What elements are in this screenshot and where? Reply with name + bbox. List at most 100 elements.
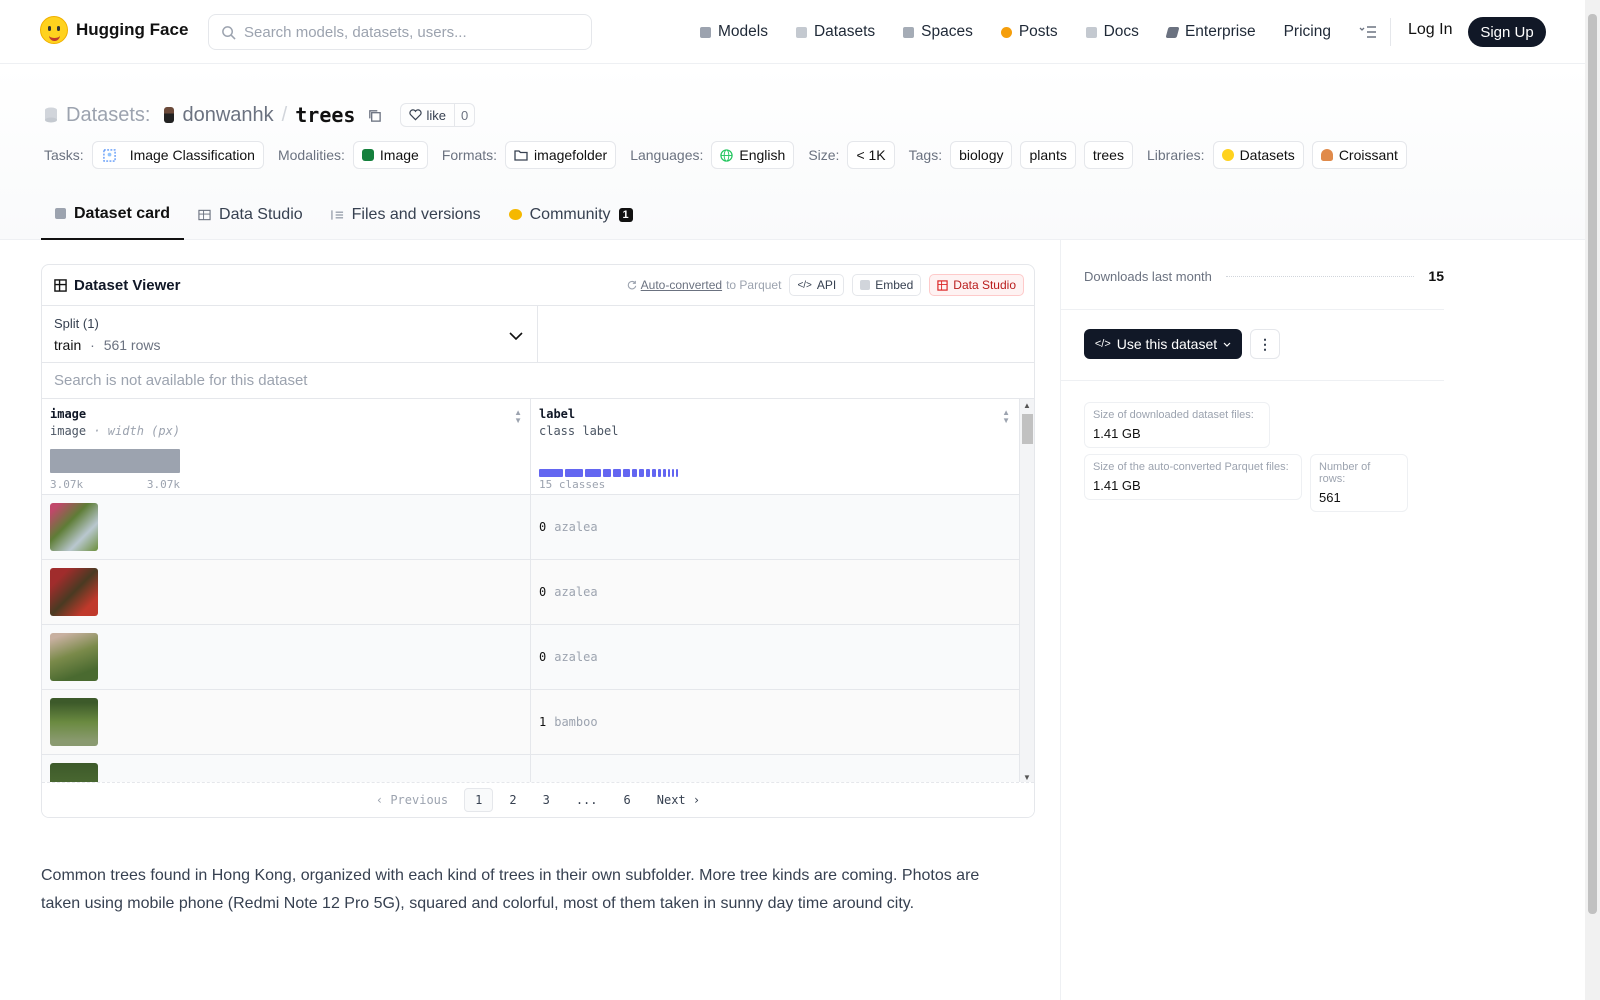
cube-icon bbox=[55, 208, 66, 219]
downloads-count: 15 bbox=[1428, 268, 1444, 284]
nav-pricing[interactable]: Pricing bbox=[1284, 23, 1331, 41]
table-row[interactable]: 0 azalea bbox=[42, 560, 1034, 625]
owner-link[interactable]: donwanhk bbox=[182, 104, 273, 127]
tag-image-classification[interactable]: Image Classification bbox=[91, 141, 264, 169]
code-icon: </> bbox=[797, 279, 812, 291]
tag-size[interactable]: < 1K bbox=[847, 141, 895, 169]
image-thumbnail[interactable] bbox=[50, 633, 98, 681]
previous-page-button[interactable]: ‹ Previous bbox=[366, 789, 458, 811]
folder-icon bbox=[514, 150, 528, 161]
api-button[interactable]: </> API bbox=[789, 274, 845, 296]
tag-imagefolder[interactable]: imagefolder bbox=[505, 141, 617, 169]
dataset-name[interactable]: trees bbox=[295, 103, 355, 127]
page-2-button[interactable]: 2 bbox=[499, 789, 526, 811]
auto-converted-note[interactable]: Auto-converted to Parquet bbox=[627, 278, 781, 292]
dataset-tabs: Dataset card Data Studio Files and versi… bbox=[41, 189, 647, 240]
class-segment bbox=[603, 469, 611, 477]
embed-button[interactable]: Embed bbox=[852, 274, 922, 296]
tab-files-and-versions[interactable]: Files and versions bbox=[317, 189, 495, 240]
nav-more-menu[interactable] bbox=[1359, 26, 1377, 38]
tab-data-studio[interactable]: Data Studio bbox=[184, 189, 317, 240]
histogram-range: 3.07k 3.07k bbox=[50, 478, 180, 491]
like-button[interactable]: like 0 bbox=[400, 103, 476, 127]
tag-english[interactable]: English bbox=[711, 141, 795, 169]
like-toggle[interactable]: like bbox=[401, 104, 454, 126]
class-segment bbox=[613, 469, 621, 477]
enterprise-icon bbox=[1165, 26, 1180, 38]
nav-docs[interactable]: Docs bbox=[1085, 23, 1139, 41]
tag-image[interactable]: Image bbox=[352, 141, 428, 169]
tasks-key: Tasks: bbox=[44, 147, 84, 163]
scroll-up-icon[interactable]: ▲ bbox=[1023, 401, 1031, 410]
brand-logo[interactable]: Hugging Face bbox=[40, 16, 188, 44]
tag-trees[interactable]: trees bbox=[1083, 141, 1133, 169]
login-link[interactable]: Log In bbox=[1408, 21, 1452, 39]
next-page-button[interactable]: Next › bbox=[647, 789, 710, 811]
table-body: 0 azalea 0 azalea 0 azalea 1 bamboo bbox=[42, 495, 1034, 784]
class-segment bbox=[672, 469, 674, 477]
nav-enterprise[interactable]: Enterprise bbox=[1165, 23, 1256, 41]
class-segment bbox=[658, 469, 661, 477]
datasets-icon bbox=[795, 26, 807, 38]
sort-icon[interactable]: ▲ ▼ bbox=[514, 409, 522, 425]
tab-dataset-card[interactable]: Dataset card bbox=[41, 189, 185, 240]
table-row[interactable] bbox=[42, 755, 1034, 784]
page-3-button[interactable]: 3 bbox=[533, 789, 560, 811]
table-row[interactable]: 1 bamboo bbox=[42, 690, 1034, 755]
libraries-key: Libraries: bbox=[1146, 147, 1205, 163]
column-type: class label bbox=[539, 424, 619, 438]
use-this-dataset-button[interactable]: </> Use this dataset bbox=[1084, 329, 1242, 359]
column-header-image[interactable]: image image · width (px) ▲ ▼ 3.07k 3.07k bbox=[42, 399, 530, 494]
table-row[interactable]: 0 azalea bbox=[42, 625, 1034, 690]
tag-plants[interactable]: plants bbox=[1020, 141, 1076, 169]
page-scrollbar[interactable] bbox=[1585, 0, 1600, 1000]
column-header-label[interactable]: label class label ▲ ▼ 15 classes bbox=[530, 399, 1018, 494]
docs-icon bbox=[1085, 26, 1097, 38]
download-size-stat: Size of downloaded dataset files: 1.41 G… bbox=[1084, 402, 1270, 448]
image-thumbnail[interactable] bbox=[50, 503, 98, 551]
image-thumbnail[interactable] bbox=[50, 698, 98, 746]
tag-biology[interactable]: biology bbox=[950, 141, 1013, 169]
class-segment bbox=[632, 469, 637, 477]
page-1-button[interactable]: 1 bbox=[464, 788, 494, 812]
kebab-icon: ⋮ bbox=[1258, 335, 1272, 352]
nav-models[interactable]: Models bbox=[700, 23, 768, 41]
global-search-input[interactable] bbox=[244, 23, 574, 41]
row-count-stat: Number of rows: 561 bbox=[1310, 454, 1408, 512]
image-thumbnail[interactable] bbox=[50, 568, 98, 616]
image-thumbnail[interactable] bbox=[50, 763, 98, 784]
global-search[interactable] bbox=[208, 14, 592, 50]
scroll-down-icon[interactable]: ▼ bbox=[1023, 773, 1031, 782]
parquet-size-stat: Size of the auto-converted Parquet files… bbox=[1084, 454, 1302, 500]
page-scroll-thumb[interactable] bbox=[1588, 14, 1597, 914]
label-cell: 0 azalea bbox=[530, 625, 1018, 689]
tags-key: Tags: bbox=[908, 147, 943, 163]
signup-button[interactable]: Sign Up bbox=[1468, 17, 1546, 47]
page-6-button[interactable]: 6 bbox=[614, 789, 641, 811]
nav-spaces[interactable]: Spaces bbox=[903, 23, 973, 41]
class-segment bbox=[539, 469, 563, 477]
tab-community[interactable]: Community 1 bbox=[495, 189, 647, 240]
data-studio-button[interactable]: Data Studio bbox=[929, 274, 1024, 296]
dataset-header: Datasets: donwanhk / trees like 0 Tasks:… bbox=[0, 65, 1585, 240]
copy-icon[interactable] bbox=[367, 108, 382, 123]
label-cell: 0 azalea bbox=[530, 495, 1018, 559]
split-value: train · 561 rows bbox=[54, 337, 161, 353]
posts-icon bbox=[1000, 26, 1012, 38]
image-cell bbox=[42, 625, 530, 689]
nav-datasets[interactable]: Datasets bbox=[795, 23, 875, 41]
image-cell bbox=[42, 495, 530, 559]
more-options-button[interactable]: ⋮ bbox=[1250, 329, 1280, 359]
table-scrollbar[interactable]: ▲ ▼ bbox=[1019, 399, 1034, 784]
sort-icon[interactable]: ▲ ▼ bbox=[1002, 409, 1010, 425]
nav-posts[interactable]: Posts bbox=[1000, 23, 1058, 41]
owner-avatar bbox=[164, 107, 175, 123]
split-label: Split (1) bbox=[54, 316, 99, 331]
table-row[interactable]: 0 azalea bbox=[42, 495, 1034, 560]
tag-croissant[interactable]: Croissant bbox=[1311, 141, 1407, 169]
split-selector[interactable]: Split (1) train · 561 rows bbox=[42, 306, 538, 362]
label-cell: 1 bamboo bbox=[530, 690, 1018, 754]
tag-datasets-lib[interactable]: Datasets bbox=[1212, 141, 1304, 169]
scroll-thumb[interactable] bbox=[1022, 414, 1033, 444]
image-classification-icon bbox=[103, 148, 116, 162]
